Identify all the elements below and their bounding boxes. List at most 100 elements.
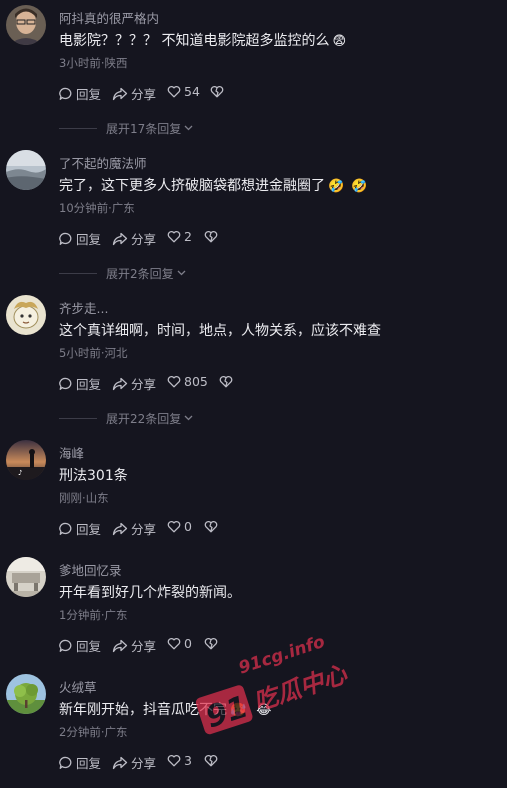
reply-icon [59, 522, 72, 535]
comment-meta: 10分钟前·广东 [59, 201, 135, 215]
username[interactable]: 齐步走... [59, 298, 108, 317]
heart-icon [167, 375, 181, 388]
reply-label: 回复 [76, 377, 102, 392]
avatar[interactable] [6, 557, 46, 597]
comment-meta: 5小时前·河北 [59, 346, 128, 360]
broken-heart-icon [219, 375, 233, 388]
expand-replies[interactable]: 展开17条回复 [59, 121, 193, 136]
expand-replies[interactable]: 展开2条回复 [59, 266, 186, 281]
chevron-down-icon [184, 415, 193, 421]
emoji: 😂 [256, 703, 272, 718]
share-button[interactable]: 分享 [112, 374, 156, 393]
like-count: 805 [184, 374, 208, 389]
heart-icon [167, 230, 181, 243]
divider-line [59, 127, 97, 129]
expand-replies-label: 展开22条回复 [106, 411, 182, 426]
comment-text: 电影院？？？？ 不知道电影院超多监控的么 😨 [59, 30, 346, 50]
reply-label: 回复 [76, 639, 102, 654]
share-button[interactable]: 分享 [112, 84, 156, 103]
dislike-button[interactable] [204, 520, 218, 533]
avatar[interactable] [6, 674, 46, 714]
chevron-down-icon [184, 125, 193, 131]
dislike-button[interactable] [204, 637, 218, 650]
dislike-button[interactable] [210, 85, 224, 98]
share-icon [112, 756, 128, 769]
username[interactable]: 爹地回忆录 [59, 560, 122, 579]
divider-line [59, 417, 97, 419]
emoji: 🤣 [328, 179, 345, 194]
comment-meta: 刚刚·山东 [59, 491, 109, 505]
expand-replies[interactable]: 展开22条回复 [59, 411, 193, 426]
like-button[interactable]: 54 [167, 84, 200, 99]
avatar[interactable] [6, 5, 46, 45]
like-count: 0 [184, 636, 192, 651]
avatar[interactable]: ♪ [6, 440, 46, 480]
like-button[interactable]: 3 [167, 753, 192, 768]
share-button[interactable]: 分享 [112, 229, 156, 248]
like-button[interactable]: 0 [167, 519, 192, 534]
dislike-button[interactable] [219, 375, 233, 388]
expand-replies-label: 展开2条回复 [106, 266, 174, 281]
comment-text: 刑法301条 [59, 468, 128, 484]
share-icon [112, 87, 128, 100]
username[interactable]: 了不起的魔法师 [59, 153, 147, 172]
username[interactable]: 海峰 [59, 443, 84, 462]
share-button[interactable]: 分享 [112, 753, 156, 772]
share-icon [112, 232, 128, 245]
reply-button[interactable]: 回复 [59, 229, 101, 248]
broken-heart-icon [204, 637, 218, 650]
like-count: 54 [184, 84, 200, 99]
reply-button[interactable]: 回复 [59, 636, 101, 655]
heart-icon [167, 520, 181, 533]
reply-icon [59, 232, 72, 245]
reply-icon [59, 87, 72, 100]
share-icon [112, 522, 128, 535]
comment-text-body: 完了，这下更多人挤破脑袋都想进金融圈了 [59, 178, 325, 194]
avatar[interactable] [6, 295, 46, 335]
username[interactable]: 火绒草 [59, 677, 97, 696]
avatar[interactable] [6, 150, 46, 190]
comment-text: 完了，这下更多人挤破脑袋都想进金融圈了 🤣 🤣 [59, 175, 367, 195]
reply-icon [59, 639, 72, 652]
share-label: 分享 [131, 522, 157, 537]
like-button[interactable]: 0 [167, 636, 192, 651]
like-count: 0 [184, 519, 192, 534]
dislike-button[interactable] [204, 230, 218, 243]
dislike-button[interactable] [204, 754, 218, 767]
comment-text: 开年看到好几个炸裂的新闻。 [59, 585, 241, 601]
share-icon [112, 639, 128, 652]
heart-icon [167, 637, 181, 650]
heart-icon [167, 754, 181, 767]
share-label: 分享 [131, 377, 157, 392]
share-label: 分享 [131, 87, 157, 102]
broken-heart-icon [204, 754, 218, 767]
broken-heart-icon [204, 520, 218, 533]
comment-text: 这个真详细啊，时间，地点，人物关系，应该不难查 [59, 323, 381, 339]
like-button[interactable]: 805 [167, 374, 208, 389]
reply-icon [59, 756, 72, 769]
reply-button[interactable]: 回复 [59, 84, 101, 103]
watermark-url: 91cg.info [236, 636, 327, 679]
svg-text:♪: ♪ [18, 469, 22, 477]
chevron-down-icon [177, 270, 186, 276]
reply-button[interactable]: 回复 [59, 519, 101, 538]
heart-icon [167, 85, 181, 98]
like-button[interactable]: 2 [167, 229, 192, 244]
reply-label: 回复 [76, 522, 102, 537]
share-label: 分享 [131, 232, 157, 247]
share-button[interactable]: 分享 [112, 636, 156, 655]
share-button[interactable]: 分享 [112, 519, 156, 538]
share-label: 分享 [131, 639, 157, 654]
reply-button[interactable]: 回复 [59, 753, 101, 772]
share-label: 分享 [131, 756, 157, 771]
reply-label: 回复 [76, 756, 102, 771]
reply-icon [59, 377, 72, 390]
reply-button[interactable]: 回复 [59, 374, 101, 393]
expand-replies-label: 展开17条回复 [106, 121, 182, 136]
comment-meta: 1分钟前·广东 [59, 608, 128, 622]
comment-text-body: 电影院？？？？ 不知道电影院超多监控的么 [59, 33, 330, 49]
comment-meta: 2分钟前·广东 [59, 725, 128, 739]
username[interactable]: 阿抖真的很严格内 [59, 8, 159, 27]
divider-line [59, 272, 97, 274]
like-count: 3 [184, 753, 192, 768]
